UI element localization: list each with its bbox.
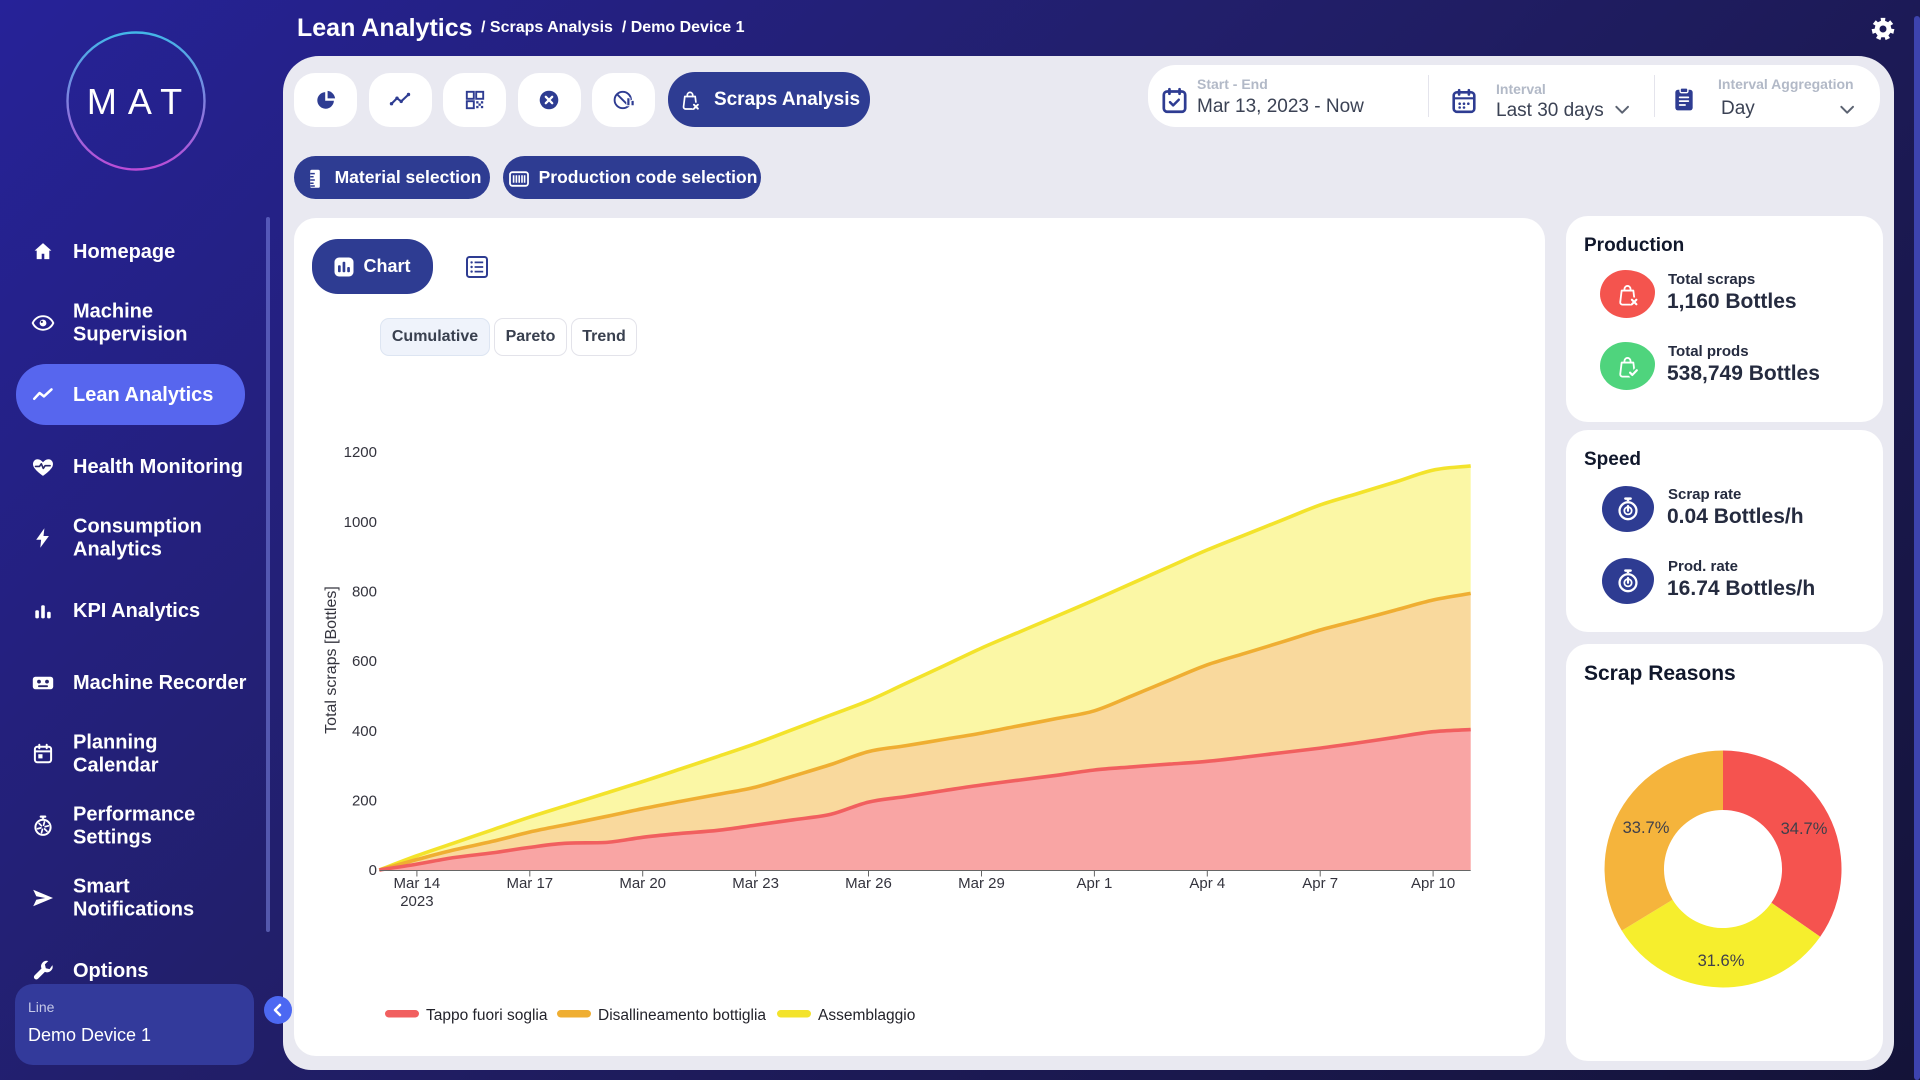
svg-text:Total scraps [Bottles]: Total scraps [Bottles]	[323, 586, 340, 734]
svg-text:Disallineamento bottiglia: Disallineamento bottiglia	[598, 1007, 766, 1024]
svg-text:MAT: MAT	[87, 81, 193, 122]
svg-text:Mar 20: Mar 20	[619, 875, 666, 892]
svg-text:Mar 29: Mar 29	[958, 875, 1005, 892]
svg-text:1200: 1200	[344, 444, 377, 461]
svg-text:Mar 14: Mar 14	[394, 875, 441, 892]
svg-text:0: 0	[369, 862, 377, 879]
svg-text:Apr 7: Apr 7	[1302, 875, 1338, 892]
svg-text:200: 200	[352, 793, 377, 810]
svg-text:400: 400	[352, 723, 377, 740]
svg-text:Apr 10: Apr 10	[1411, 875, 1455, 892]
svg-text:1000: 1000	[344, 514, 377, 531]
svg-text:34.7%: 34.7%	[1781, 820, 1828, 838]
svg-text:Assemblaggio: Assemblaggio	[818, 1007, 915, 1024]
svg-text:Mar 26: Mar 26	[845, 875, 892, 892]
svg-text:2023: 2023	[400, 893, 433, 910]
svg-text:Mar 17: Mar 17	[506, 875, 553, 892]
svg-text:Apr 4: Apr 4	[1189, 875, 1225, 892]
svg-text:Apr 1: Apr 1	[1076, 875, 1112, 892]
svg-text:31.6%: 31.6%	[1698, 952, 1745, 970]
svg-text:33.7%: 33.7%	[1623, 819, 1670, 837]
svg-text:800: 800	[352, 584, 377, 601]
svg-text:Mar 23: Mar 23	[732, 875, 779, 892]
svg-text:600: 600	[352, 653, 377, 670]
svg-text:Tappo fuori soglia: Tappo fuori soglia	[426, 1007, 548, 1024]
